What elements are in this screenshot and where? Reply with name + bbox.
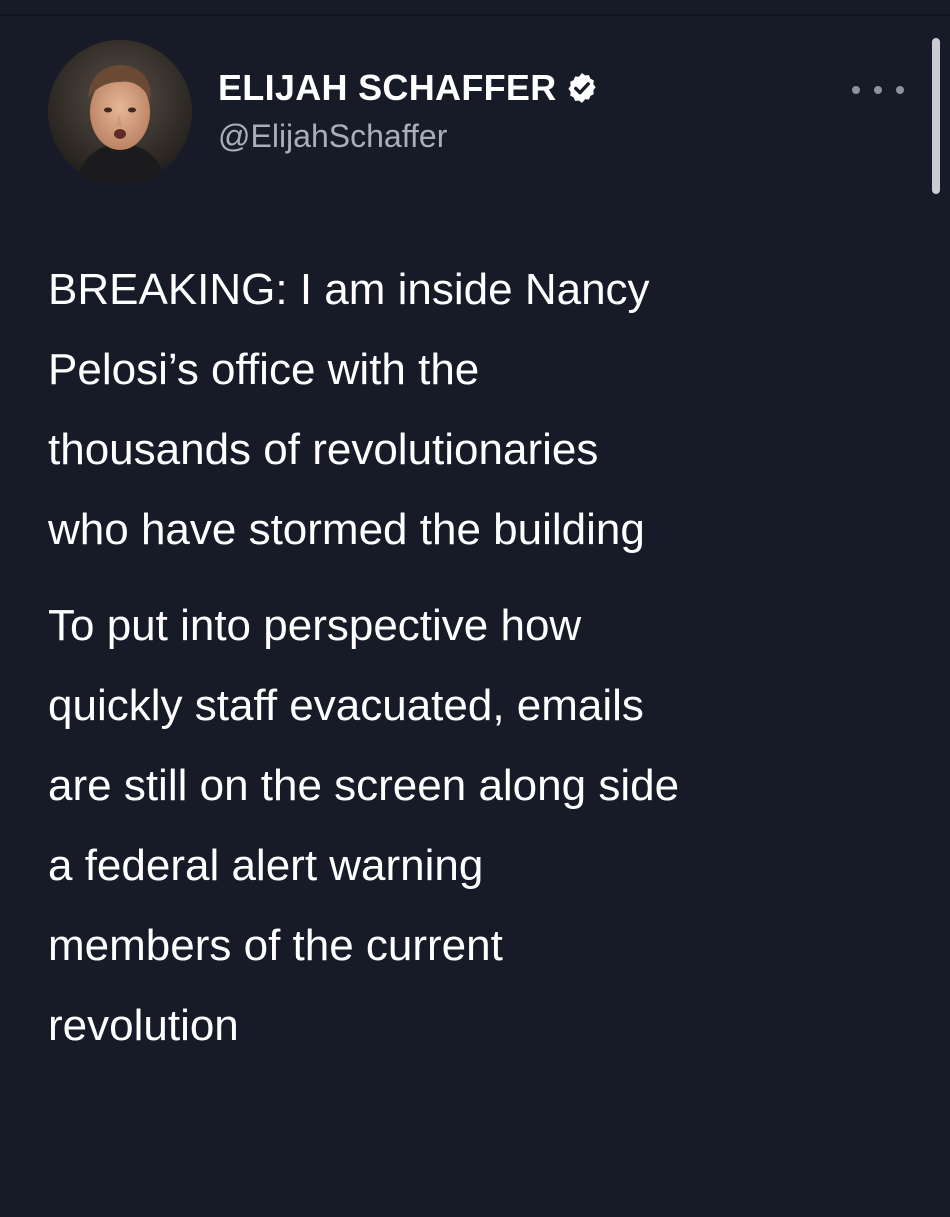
tweet-text: BREAKING: I am inside Nancy Pelosi’s off… (48, 250, 928, 1066)
tweet-paragraph-1: BREAKING: I am inside Nancy Pelosi’s off… (48, 265, 650, 554)
tweet-paragraph-2: To put into perspective how quickly staf… (48, 601, 680, 1050)
author-name-row[interactable]: ELIJAH SCHAFFER (218, 66, 599, 110)
tweet-card[interactable]: ELIJAH SCHAFFER @ElijahSchaffer BREAKING… (0, 0, 950, 1217)
dot (874, 86, 882, 94)
more-options-icon[interactable] (852, 80, 904, 100)
dot (852, 86, 860, 94)
verified-badge-icon (565, 71, 599, 105)
dot (896, 86, 904, 94)
author-handle[interactable]: @ElijahSchaffer (218, 118, 447, 155)
author-display-name[interactable]: ELIJAH SCHAFFER (218, 67, 557, 109)
avatar[interactable] (48, 40, 192, 184)
scrollbar-thumb[interactable] (932, 38, 940, 194)
avatar-photo (48, 40, 192, 184)
